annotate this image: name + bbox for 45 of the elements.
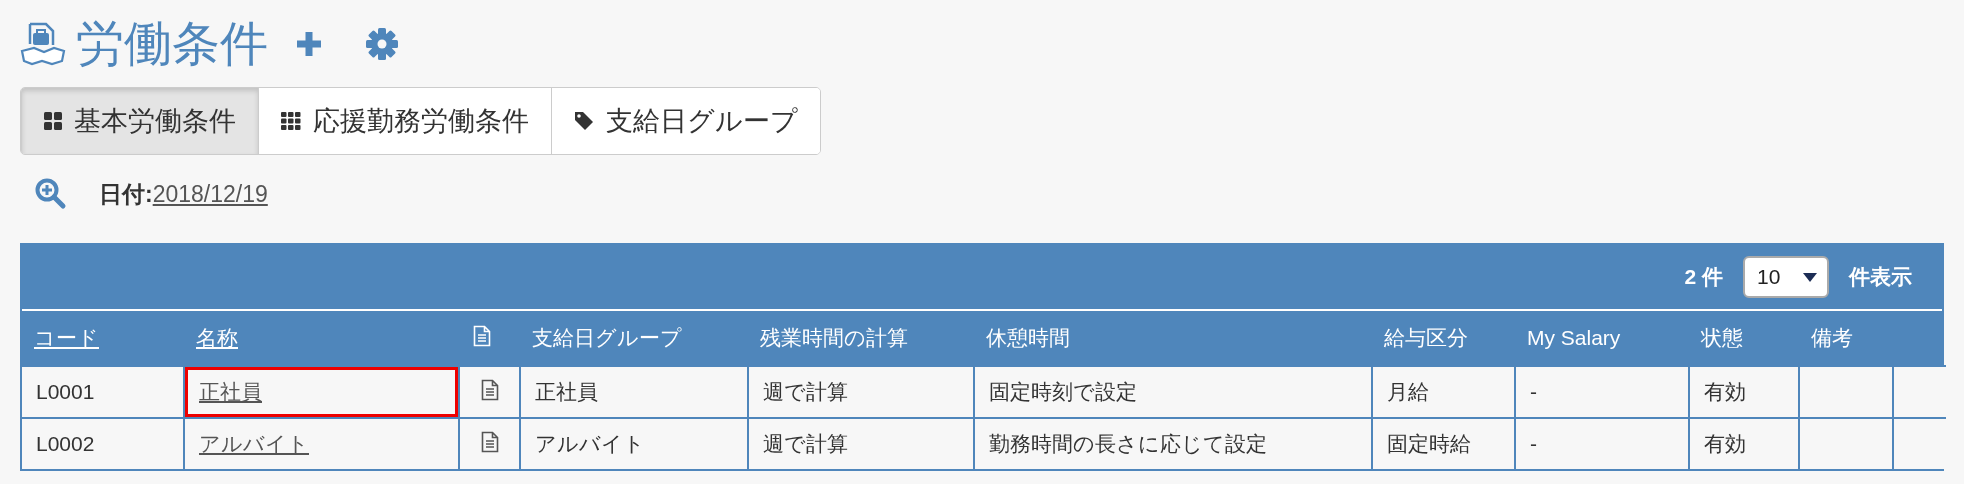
grid-icon — [44, 112, 62, 130]
page-size-select[interactable]: 10 — [1743, 256, 1829, 298]
briefcase-handshake-icon — [20, 21, 66, 67]
tab[interactable]: 基本労働条件 — [21, 88, 258, 154]
tag-icon — [574, 111, 594, 131]
table-cell: - — [1530, 380, 1537, 403]
record-count: 2 件 — [1684, 264, 1723, 290]
table-cell: 週で計算 — [763, 432, 848, 455]
column-header: 休憩時間 — [986, 326, 1070, 349]
column-header: 支給日グループ — [532, 326, 682, 349]
table-cell: 有効 — [1704, 432, 1746, 455]
table-cell: 週で計算 — [763, 380, 848, 403]
document-icon — [480, 430, 499, 453]
table-cell: L0002 — [36, 432, 95, 455]
column-header: 状態 — [1701, 326, 1743, 349]
table-cell: L0001 — [36, 380, 95, 403]
table-cell: アルバイト — [535, 432, 645, 455]
column-header: 残業時間の計算 — [760, 326, 908, 349]
table-cell: 正社員 — [535, 380, 598, 403]
table-cell: 固定時給 — [1387, 432, 1471, 455]
name-link[interactable]: 正社員 — [199, 380, 262, 403]
zoom-in-icon[interactable] — [35, 178, 67, 210]
grid-icon — [281, 112, 301, 130]
date-link[interactable]: 2018/12/19 — [152, 180, 268, 208]
plus-icon[interactable] — [294, 29, 324, 59]
sort-link[interactable]: コード — [34, 326, 99, 349]
table-cell: - — [1530, 432, 1537, 455]
table-cell: 月給 — [1387, 380, 1429, 403]
column-header: 給与区分 — [1384, 326, 1468, 349]
date-label: 日付: — [99, 179, 153, 209]
page-title: 労働条件 — [76, 16, 268, 72]
table-cell: 有効 — [1704, 380, 1746, 403]
tab[interactable]: 応援勤務労働条件 — [258, 88, 551, 154]
column-header: 備考 — [1811, 326, 1853, 349]
document-icon — [473, 324, 491, 347]
table-cell: 勤務時間の長さに応じて設定 — [989, 432, 1267, 455]
name-link[interactable]: アルバイト — [199, 432, 309, 455]
table-cell: 固定時刻で設定 — [989, 380, 1137, 403]
sort-link[interactable]: 名称 — [196, 326, 238, 349]
tab[interactable]: 支給日グループ — [551, 88, 820, 154]
document-icon — [480, 378, 499, 401]
settings-icon[interactable] — [366, 28, 398, 60]
column-header: My Salary — [1527, 326, 1621, 349]
caret-icon — [1803, 272, 1817, 282]
page-size-label: 件表示 — [1849, 264, 1912, 290]
